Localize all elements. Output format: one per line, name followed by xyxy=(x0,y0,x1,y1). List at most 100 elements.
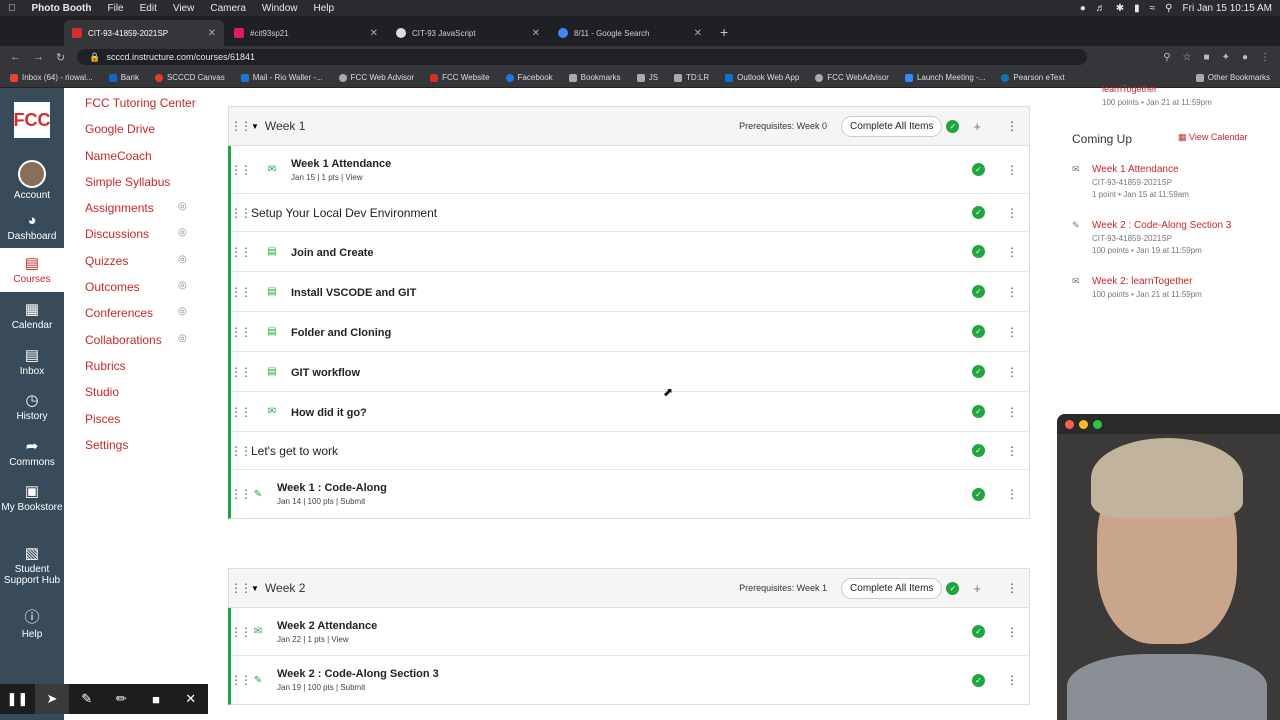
item-menu-icon[interactable]: ⋮ xyxy=(995,444,1029,458)
drag-handle-icon[interactable]: ⋮⋮ xyxy=(229,365,252,379)
item-title[interactable]: How did it go? xyxy=(291,407,367,419)
drag-handle-icon[interactable]: ⋮⋮ xyxy=(229,285,252,299)
bookmark-fcc-web-advisor[interactable]: FCC Web Advisor xyxy=(338,73,414,82)
module-item[interactable]: ⋮⋮ ✎ Week 1 : Code-Along Jan 14 | 100 pt… xyxy=(229,470,1029,518)
drag-handle-icon[interactable]: ⋮⋮ xyxy=(229,405,252,419)
course-nav-tutoring[interactable]: FCC Tutoring Center xyxy=(85,96,196,110)
course-nav-assignments[interactable]: Assignments xyxy=(85,201,154,215)
menu-file[interactable]: File xyxy=(107,3,123,14)
pen-icon[interactable]: ✎ xyxy=(69,691,104,707)
camera-icon[interactable]: ■ xyxy=(139,692,174,707)
drag-handle-icon[interactable]: ⋮⋮ xyxy=(229,625,252,639)
drag-handle-icon[interactable]: ⋮⋮ xyxy=(229,581,252,595)
item-menu-icon[interactable]: ⋮ xyxy=(995,673,1029,687)
module-item[interactable]: ⋮⋮ ▤ Folder and Cloning ✓ ⋮ xyxy=(229,312,1029,352)
course-nav-namecoach[interactable]: NameCoach xyxy=(85,149,152,163)
drag-handle-icon[interactable]: ⋮⋮ xyxy=(229,119,252,133)
item-title[interactable]: Join and Create xyxy=(291,247,374,259)
active-app-name[interactable]: Photo Booth xyxy=(32,3,92,14)
fcc-logo[interactable]: FCC xyxy=(14,102,51,138)
search-icon[interactable]: ⚲ xyxy=(1165,3,1172,14)
module-item[interactable]: ⋮⋮ ▤ Join and Create ✓ ⋮ xyxy=(229,232,1029,272)
chrome-menu-icon[interactable]: ⋮ xyxy=(1260,52,1270,63)
nav-support-hub[interactable]: ▧ Student Support Hub xyxy=(0,544,64,586)
close-tab-icon[interactable]: ✕ xyxy=(208,28,216,39)
bookmark-facebook[interactable]: Facebook xyxy=(505,73,553,82)
pointer-icon[interactable]: ➤ xyxy=(34,684,70,714)
back-icon[interactable]: ← xyxy=(10,51,21,63)
zoom-icon[interactable]: ⚲ xyxy=(1163,52,1170,63)
bookmark-fcc-webadvisor[interactable]: FCC WebAdvisor xyxy=(815,73,889,82)
module-menu-icon[interactable]: ⋮ xyxy=(995,119,1029,133)
coming-up-item-title[interactable]: Week 2 : Code-Along Section 3 xyxy=(1092,220,1231,231)
tab-github[interactable]: CIT-93 JavaScript ✕ xyxy=(388,20,548,46)
forward-icon[interactable]: → xyxy=(33,51,44,63)
nav-history[interactable]: ◷ History xyxy=(0,391,64,422)
drag-handle-icon[interactable]: ⋮⋮ xyxy=(229,487,252,501)
tab-canvas-course[interactable]: CIT-93-41859-2021SP ✕ xyxy=(64,20,224,46)
add-item-icon[interactable]: + xyxy=(973,581,981,596)
bookmark-fcc-website[interactable]: FCC Website xyxy=(430,73,490,82)
module-header-week-2[interactable]: ⋮⋮ ▼ Week 2 Prerequisites: Week 1 Comple… xyxy=(228,568,1030,608)
nav-commons[interactable]: ➦ Commons xyxy=(0,437,64,468)
collapse-caret-icon[interactable]: ▼ xyxy=(251,122,259,131)
apple-icon[interactable]:  xyxy=(8,3,16,14)
close-tab-icon[interactable]: ✕ xyxy=(694,28,702,39)
module-menu-icon[interactable]: ⋮ xyxy=(995,581,1029,595)
nav-dashboard[interactable]: ◕ Dashboard xyxy=(0,212,64,242)
item-title[interactable]: Week 2 : Code-Along Section 3 xyxy=(277,668,972,680)
drag-handle-icon[interactable]: ⋮⋮ xyxy=(229,163,252,177)
item-menu-icon[interactable]: ⋮ xyxy=(995,206,1029,220)
collapse-caret-icon[interactable]: ▼ xyxy=(251,584,259,593)
drag-handle-icon[interactable]: ⋮⋮ xyxy=(229,325,252,339)
coming-up-item-title[interactable]: Week 1 Attendance xyxy=(1092,164,1179,175)
tab-google-search[interactable]: 8/11 - Google Search ✕ xyxy=(550,20,710,46)
bookmark-scccd-canvas[interactable]: SCCCD Canvas xyxy=(154,73,225,82)
nav-calendar[interactable]: ▦ Calendar xyxy=(0,300,64,331)
menu-camera[interactable]: Camera xyxy=(210,3,246,14)
close-icon[interactable]: ✕ xyxy=(173,691,208,707)
new-tab-icon[interactable]: + xyxy=(712,24,736,46)
bookmark-bank[interactable]: Bank xyxy=(108,73,139,82)
course-nav-settings[interactable]: Settings xyxy=(85,438,128,452)
drag-handle-icon[interactable]: ⋮⋮ xyxy=(229,245,252,259)
item-menu-icon[interactable]: ⋮ xyxy=(995,245,1029,259)
course-nav-pisces[interactable]: Pisces xyxy=(85,412,120,426)
close-window-icon[interactable] xyxy=(1065,419,1074,429)
course-nav-google-drive[interactable]: Google Drive xyxy=(85,122,155,136)
url-field[interactable]: 🔒 scccd.instructure.com/courses/61841 xyxy=(77,49,1088,65)
volume-icon[interactable]: ♬ xyxy=(1096,3,1106,14)
item-title[interactable]: Folder and Cloning xyxy=(291,327,391,339)
course-nav-conferences[interactable]: Conferences xyxy=(85,306,153,320)
drag-handle-icon[interactable]: ⋮⋮ xyxy=(229,444,252,458)
coming-up-item-title[interactable]: Week 2: learnTogether xyxy=(1092,276,1192,287)
complete-all-items-button[interactable]: Complete All Items xyxy=(841,115,943,137)
course-nav-quizzes[interactable]: Quizzes xyxy=(85,254,128,268)
module-header-week-1[interactable]: ⋮⋮ ▼ Week 1 Prerequisites: Week 0 Comple… xyxy=(228,106,1030,146)
item-title[interactable]: Install VSCODE and GIT xyxy=(291,287,416,299)
bookmark-launch-meeting[interactable]: Launch Meeting -... xyxy=(904,73,985,82)
item-title[interactable]: Week 1 : Code-Along xyxy=(277,482,972,494)
module-item[interactable]: ⋮⋮ ✎ Week 2 : Code-Along Section 3 Jan 1… xyxy=(230,656,1029,704)
item-menu-icon[interactable]: ⋮ xyxy=(995,625,1029,639)
view-calendar-link[interactable]: ▦ View Calendar xyxy=(1178,132,1247,143)
extension-icon[interactable]: ■ xyxy=(1204,52,1210,63)
module-subheader[interactable]: ⋮⋮ Let's get to work ✓ ⋮ xyxy=(229,432,1029,470)
item-menu-icon[interactable]: ⋮ xyxy=(995,325,1029,339)
bookmark-star-icon[interactable]: ☆ xyxy=(1183,52,1192,63)
course-nav-collaborations[interactable]: Collaborations xyxy=(85,333,162,347)
reload-icon[interactable]: ↻ xyxy=(56,51,65,64)
battery-icon[interactable]: ▮ xyxy=(1134,3,1140,14)
profile-icon[interactable]: ● xyxy=(1242,52,1248,63)
zoom-window-icon[interactable] xyxy=(1093,419,1102,429)
nav-help[interactable]: ⓘ Help xyxy=(0,606,64,640)
bluetooth-icon[interactable]: ✱ xyxy=(1116,3,1124,14)
menubar-clock[interactable]: Fri Jan 15 10:15 AM xyxy=(1183,3,1273,14)
partial-upcoming-title[interactable]: learnTogether xyxy=(1102,84,1157,94)
bookmark-folder-tdlr[interactable]: TD:LR xyxy=(674,73,709,82)
drag-handle-icon[interactable]: ⋮⋮ xyxy=(229,206,252,220)
menu-window[interactable]: Window xyxy=(262,3,298,14)
nav-bookstore[interactable]: ▣ My Bookstore xyxy=(0,482,64,513)
module-item[interactable]: ⋮⋮ ✉ How did it go? ✓ ⋮ xyxy=(229,392,1029,432)
puzzle-icon[interactable]: ✦ xyxy=(1222,52,1230,63)
